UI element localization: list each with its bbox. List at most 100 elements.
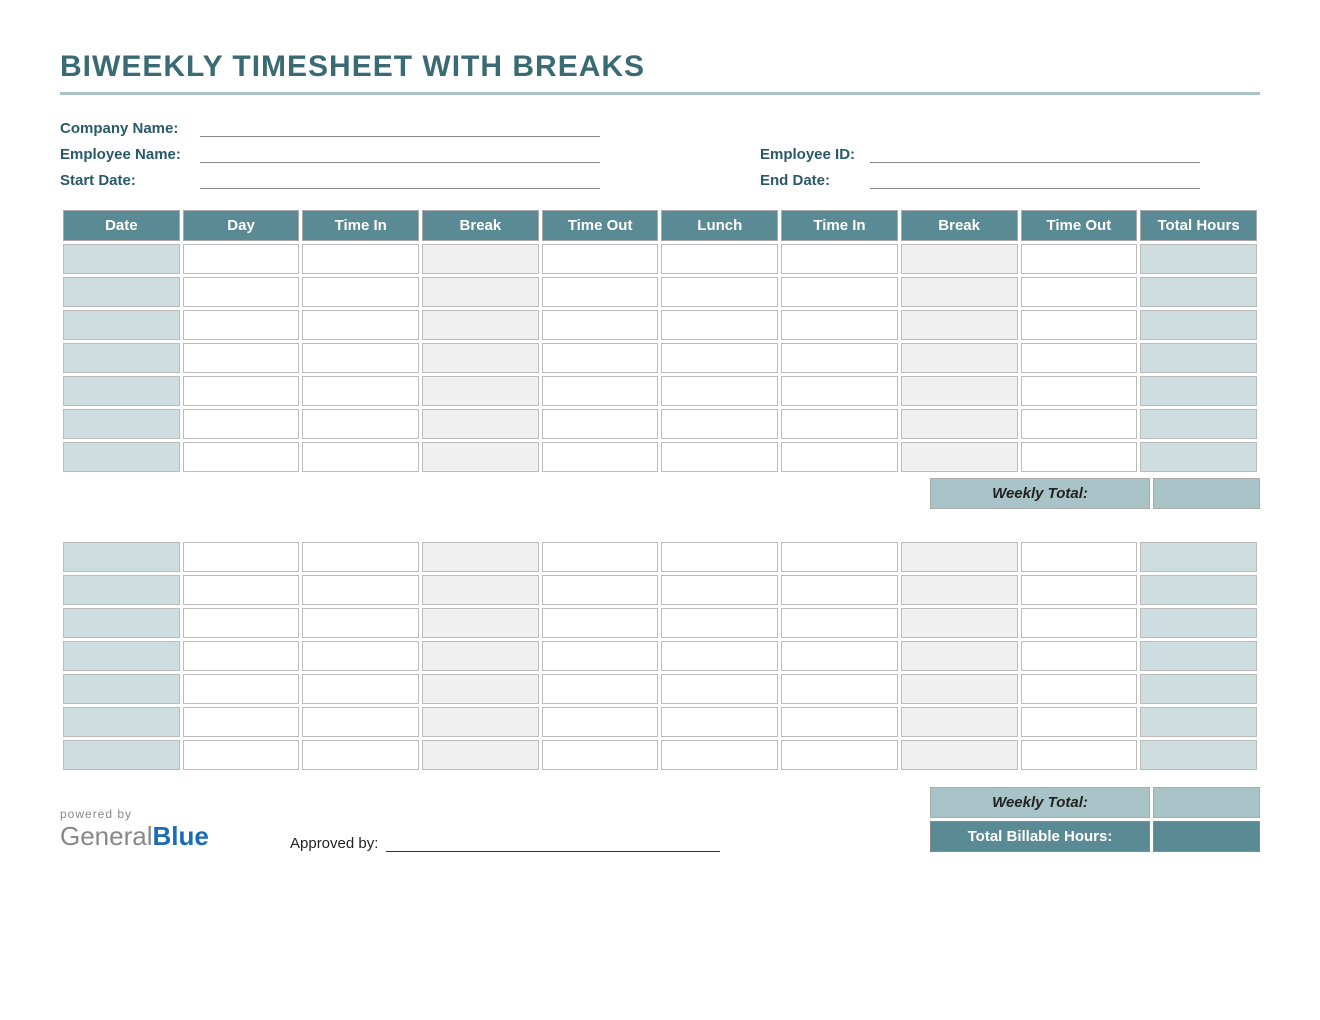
table-cell[interactable] — [63, 442, 180, 472]
table-cell[interactable] — [901, 542, 1018, 572]
table-cell[interactable] — [1021, 442, 1138, 472]
table-cell[interactable] — [1021, 740, 1138, 770]
table-cell[interactable] — [422, 343, 539, 373]
week2-total-value[interactable] — [1153, 787, 1260, 818]
table-cell[interactable] — [661, 310, 778, 340]
employee-name-field[interactable] — [200, 145, 600, 163]
table-cell[interactable] — [542, 575, 659, 605]
table-cell[interactable] — [781, 542, 898, 572]
table-cell[interactable] — [661, 277, 778, 307]
table-cell[interactable] — [661, 442, 778, 472]
table-cell[interactable] — [1021, 343, 1138, 373]
billable-value[interactable] — [1153, 821, 1260, 852]
table-cell[interactable] — [781, 707, 898, 737]
table-cell[interactable] — [302, 740, 419, 770]
table-cell[interactable] — [63, 542, 180, 572]
table-cell[interactable] — [901, 575, 1018, 605]
table-cell[interactable] — [422, 542, 539, 572]
table-cell[interactable] — [542, 442, 659, 472]
table-cell[interactable] — [302, 442, 419, 472]
table-cell[interactable] — [63, 740, 180, 770]
table-cell[interactable] — [1021, 575, 1138, 605]
table-cell[interactable] — [1140, 707, 1257, 737]
table-cell[interactable] — [661, 641, 778, 671]
table-cell[interactable] — [661, 740, 778, 770]
table-cell[interactable] — [1140, 310, 1257, 340]
table-cell[interactable] — [422, 409, 539, 439]
table-cell[interactable] — [183, 376, 300, 406]
table-cell[interactable] — [63, 641, 180, 671]
table-cell[interactable] — [661, 244, 778, 274]
table-cell[interactable] — [1140, 542, 1257, 572]
table-cell[interactable] — [422, 641, 539, 671]
table-cell[interactable] — [183, 310, 300, 340]
table-cell[interactable] — [661, 608, 778, 638]
table-cell[interactable] — [302, 310, 419, 340]
table-cell[interactable] — [422, 608, 539, 638]
approved-by-field[interactable] — [386, 834, 720, 852]
table-cell[interactable] — [1140, 277, 1257, 307]
table-cell[interactable] — [542, 376, 659, 406]
table-cell[interactable] — [1021, 608, 1138, 638]
table-cell[interactable] — [542, 343, 659, 373]
table-cell[interactable] — [422, 244, 539, 274]
table-cell[interactable] — [183, 707, 300, 737]
table-cell[interactable] — [63, 674, 180, 704]
table-cell[interactable] — [901, 376, 1018, 406]
table-cell[interactable] — [1021, 707, 1138, 737]
table-cell[interactable] — [422, 740, 539, 770]
table-cell[interactable] — [183, 575, 300, 605]
table-cell[interactable] — [1140, 740, 1257, 770]
table-cell[interactable] — [781, 608, 898, 638]
table-cell[interactable] — [422, 575, 539, 605]
table-cell[interactable] — [901, 442, 1018, 472]
table-cell[interactable] — [302, 244, 419, 274]
company-name-field[interactable] — [200, 119, 600, 137]
table-cell[interactable] — [542, 740, 659, 770]
table-cell[interactable] — [1140, 674, 1257, 704]
table-cell[interactable] — [1140, 343, 1257, 373]
table-cell[interactable] — [183, 277, 300, 307]
table-cell[interactable] — [422, 442, 539, 472]
table-cell[interactable] — [661, 376, 778, 406]
table-cell[interactable] — [781, 641, 898, 671]
table-cell[interactable] — [901, 707, 1018, 737]
table-cell[interactable] — [781, 575, 898, 605]
week1-total-value[interactable] — [1153, 478, 1260, 509]
table-cell[interactable] — [781, 740, 898, 770]
table-cell[interactable] — [781, 310, 898, 340]
table-cell[interactable] — [661, 409, 778, 439]
table-cell[interactable] — [1021, 542, 1138, 572]
table-cell[interactable] — [1021, 244, 1138, 274]
table-cell[interactable] — [781, 277, 898, 307]
table-cell[interactable] — [302, 542, 419, 572]
table-cell[interactable] — [1021, 674, 1138, 704]
table-cell[interactable] — [302, 707, 419, 737]
table-cell[interactable] — [1140, 575, 1257, 605]
table-cell[interactable] — [901, 641, 1018, 671]
table-cell[interactable] — [781, 376, 898, 406]
table-cell[interactable] — [1140, 442, 1257, 472]
table-cell[interactable] — [542, 674, 659, 704]
table-cell[interactable] — [302, 277, 419, 307]
table-cell[interactable] — [183, 608, 300, 638]
table-cell[interactable] — [302, 641, 419, 671]
table-cell[interactable] — [183, 343, 300, 373]
table-cell[interactable] — [183, 641, 300, 671]
table-cell[interactable] — [1021, 641, 1138, 671]
table-cell[interactable] — [302, 575, 419, 605]
table-cell[interactable] — [542, 707, 659, 737]
table-cell[interactable] — [302, 376, 419, 406]
table-cell[interactable] — [302, 409, 419, 439]
table-cell[interactable] — [781, 244, 898, 274]
table-cell[interactable] — [63, 608, 180, 638]
table-cell[interactable] — [542, 310, 659, 340]
table-cell[interactable] — [661, 343, 778, 373]
table-cell[interactable] — [901, 310, 1018, 340]
table-cell[interactable] — [302, 674, 419, 704]
table-cell[interactable] — [183, 409, 300, 439]
table-cell[interactable] — [422, 674, 539, 704]
table-cell[interactable] — [542, 641, 659, 671]
table-cell[interactable] — [542, 542, 659, 572]
table-cell[interactable] — [1140, 608, 1257, 638]
